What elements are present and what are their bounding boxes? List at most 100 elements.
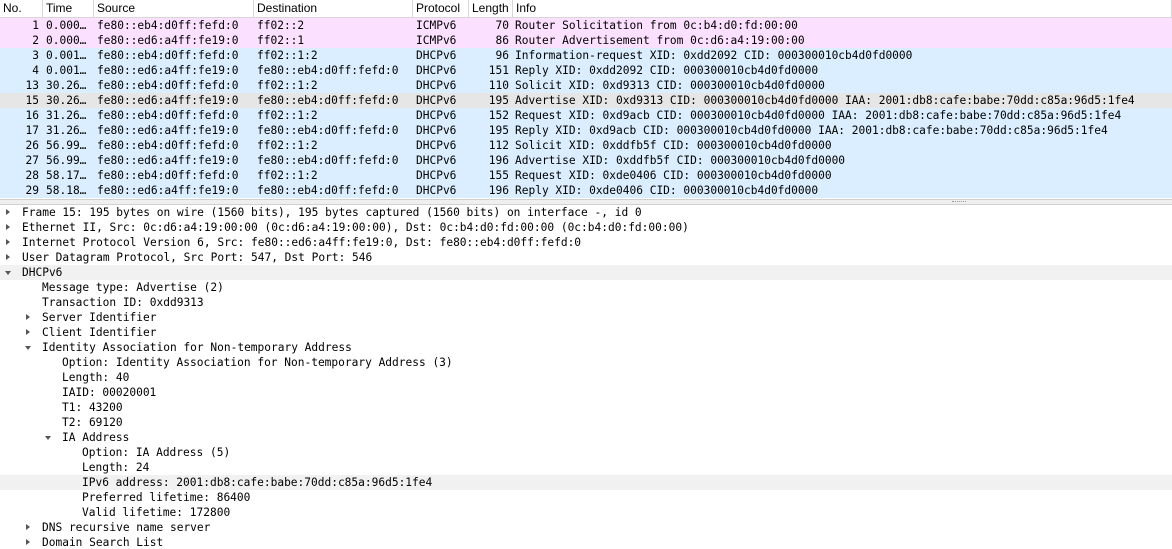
detail-tree-item-label: Length: 40 <box>62 371 130 384</box>
packet-length: 86 <box>495 34 509 47</box>
detail-tree-item[interactable]: Option: IA Address (5) <box>0 445 1172 460</box>
packet-row[interactable]: 29 58.18… fe80::ed6:a4ff:fe19:0 fe80::eb4:d… <box>0 183 1172 198</box>
packet-protocol: DHCPv6 <box>416 94 457 107</box>
detail-tree-item[interactable]: Message type: Advertise (2) <box>0 280 1172 295</box>
expand-down-arrow-icon[interactable] <box>43 430 53 445</box>
packet-source: fe80::eb4:d0ff:fefd:0 <box>97 139 239 152</box>
packet-no: 15 <box>25 94 39 107</box>
packet-no: 28 <box>25 169 39 182</box>
expand-down-arrow-icon[interactable] <box>3 265 13 280</box>
detail-tree-item[interactable]: Identity Association for Non-temporary A… <box>0 340 1172 355</box>
packet-destination: ff02::1:2 <box>257 79 318 92</box>
packet-source: fe80::eb4:d0ff:fefd:0 <box>97 19 239 32</box>
detail-tree-item-label: Transaction ID: 0xdd9313 <box>42 296 204 309</box>
packet-no: 1 <box>32 19 39 32</box>
packet-info: Request XID: 0xd9acb CID: 000300010cb4d0… <box>515 109 1122 122</box>
expand-right-arrow-icon[interactable] <box>23 520 33 535</box>
packet-protocol: DHCPv6 <box>416 64 457 77</box>
packet-row[interactable]: 16 31.26… fe80::eb4:d0ff:fefd:0 ff02::1:2 DH… <box>0 108 1172 123</box>
column-header-source[interactable]: Source <box>94 0 254 17</box>
column-header-info[interactable]: Info <box>513 0 1172 17</box>
detail-tree-item[interactable]: DHCPv6 <box>0 265 1172 280</box>
packet-destination: fe80::eb4:d0ff:fefd:0 <box>257 184 399 197</box>
expand-right-arrow-icon[interactable] <box>3 235 13 250</box>
detail-tree-item[interactable]: DNS recursive name server <box>0 520 1172 535</box>
packet-destination: ff02::1:2 <box>257 169 318 182</box>
packet-list[interactable]: No. Time Source Destination Protocol Len… <box>0 0 1172 200</box>
packet-info: Information-request XID: 0xdd2092 CID: 0… <box>515 49 913 62</box>
detail-tree-item[interactable]: Preferred lifetime: 86400 <box>0 490 1172 505</box>
detail-tree-item[interactable]: Internet Protocol Version 6, Src: fe80::… <box>0 235 1172 250</box>
packet-info: Request XID: 0xde0406 CID: 000300010cb4d… <box>515 169 832 182</box>
detail-tree-item[interactable]: Length: 40 <box>0 370 1172 385</box>
detail-tree-item[interactable]: IPv6 address: 2001:db8:cafe:babe:70dd:c8… <box>0 475 1172 490</box>
packet-row[interactable]: 2 0.000… fe80::ed6:a4ff:fe19:0 ff02::1 ICMPv… <box>0 33 1172 48</box>
packet-row[interactable]: 15 30.26… fe80::ed6:a4ff:fe19:0 fe80::eb4:d… <box>0 93 1172 108</box>
detail-tree-item-label: Frame 15: 195 bytes on wire (1560 bits),… <box>22 206 642 219</box>
detail-tree-item[interactable]: T1: 43200 <box>0 400 1172 415</box>
detail-tree-item[interactable]: Valid lifetime: 172800 <box>0 505 1172 520</box>
expand-right-arrow-icon[interactable] <box>23 325 33 340</box>
packet-time: 56.99… <box>46 154 87 167</box>
column-header-no[interactable]: No. <box>0 0 43 17</box>
packet-list-body: 1 0.000… fe80::eb4:d0ff:fefd:0 ff02::2 ICMPv… <box>0 18 1172 198</box>
detail-tree-item-label: IPv6 address: 2001:db8:cafe:babe:70dd:c8… <box>82 476 433 489</box>
detail-tree-item[interactable]: Transaction ID: 0xdd9313 <box>0 295 1172 310</box>
detail-tree-item[interactable]: Client Identifier <box>0 325 1172 340</box>
packet-row[interactable]: 3 0.001… fe80::eb4:d0ff:fefd:0 ff02::1:2 DHC… <box>0 48 1172 63</box>
expand-right-arrow-icon[interactable] <box>3 220 13 235</box>
expand-right-arrow-icon[interactable] <box>23 310 33 325</box>
column-header-destination[interactable]: Destination <box>254 0 413 17</box>
detail-tree-item-label: IAID: 00020001 <box>62 386 157 399</box>
detail-tree-item[interactable]: IA Address <box>0 430 1172 445</box>
packet-row[interactable]: 13 30.26… fe80::eb4:d0ff:fefd:0 ff02::1:2 DH… <box>0 78 1172 93</box>
packet-length: 196 <box>488 184 509 197</box>
packet-info: Reply XID: 0xde0406 CID: 000300010cb4d0f… <box>515 184 819 197</box>
detail-tree-item[interactable]: IAID: 00020001 <box>0 385 1172 400</box>
packet-protocol: DHCPv6 <box>416 169 457 182</box>
packet-protocol: DHCPv6 <box>416 79 457 92</box>
packet-row[interactable]: 27 56.99… fe80::ed6:a4ff:fe19:0 fe80::eb4:d… <box>0 153 1172 168</box>
column-header-time[interactable]: Time <box>43 0 94 17</box>
packet-source: fe80::ed6:a4ff:fe19:0 <box>97 34 239 47</box>
detail-tree-item[interactable]: Option: Identity Association for Non-tem… <box>0 355 1172 370</box>
detail-tree-item[interactable]: Domain Search List <box>0 535 1172 549</box>
packet-length: 195 <box>488 94 509 107</box>
packet-row[interactable]: 4 0.001… fe80::ed6:a4ff:fe19:0 fe80::eb4:d0… <box>0 63 1172 78</box>
packet-row[interactable]: 1 0.000… fe80::eb4:d0ff:fefd:0 ff02::2 ICMPv… <box>0 18 1172 33</box>
packet-info: Reply XID: 0xd9acb CID: 000300010cb4d0fd… <box>515 124 1108 137</box>
detail-tree-item[interactable]: T2: 69120 <box>0 415 1172 430</box>
detail-tree-item[interactable]: Server Identifier <box>0 310 1172 325</box>
expand-down-arrow-icon[interactable] <box>23 340 33 355</box>
expand-right-arrow-icon[interactable] <box>3 205 13 220</box>
detail-tree-item-label: Message type: Advertise (2) <box>42 281 224 294</box>
packet-time: 0.001… <box>46 64 87 77</box>
packet-source: fe80::ed6:a4ff:fe19:0 <box>97 64 239 77</box>
packet-info: Advertise XID: 0xddfb5f CID: 000300010cb… <box>515 154 846 167</box>
packet-destination: fe80::eb4:d0ff:fefd:0 <box>257 124 399 137</box>
packet-source: fe80::eb4:d0ff:fefd:0 <box>97 49 239 62</box>
expand-right-arrow-icon[interactable] <box>3 250 13 265</box>
detail-tree-item-label: T1: 43200 <box>62 401 123 414</box>
packet-length: 112 <box>488 139 509 152</box>
detail-tree-item[interactable]: Ethernet II, Src: 0c:d6:a4:19:00:00 (0c:… <box>0 220 1172 235</box>
packet-time: 0.000… <box>46 34 87 47</box>
detail-tree-item-label: Server Identifier <box>42 311 157 324</box>
packet-destination: fe80::eb4:d0ff:fefd:0 <box>257 154 399 167</box>
packet-row[interactable]: 26 56.99… fe80::eb4:d0ff:fefd:0 ff02::1:2 DH… <box>0 138 1172 153</box>
detail-tree-item[interactable]: User Datagram Protocol, Src Port: 547, D… <box>0 250 1172 265</box>
detail-tree-item[interactable]: Length: 24 <box>0 460 1172 475</box>
packet-length: 70 <box>495 19 509 32</box>
expand-right-arrow-icon[interactable] <box>23 535 33 549</box>
packet-row[interactable]: 28 58.17… fe80::eb4:d0ff:fefd:0 ff02::1:2 DH… <box>0 168 1172 183</box>
detail-tree-item-label: Length: 24 <box>82 461 150 474</box>
packet-row[interactable]: 17 31.26… fe80::ed6:a4ff:fe19:0 fe80::eb4:d… <box>0 123 1172 138</box>
detail-tree-item[interactable]: Frame 15: 195 bytes on wire (1560 bits),… <box>0 205 1172 220</box>
detail-tree-item-label: DHCPv6 <box>22 266 63 279</box>
detail-tree-item-label: Option: Identity Association for Non-tem… <box>62 356 453 369</box>
packet-protocol: DHCPv6 <box>416 154 457 167</box>
column-header-length[interactable]: Length <box>469 0 513 17</box>
packet-info: Router Advertisement from 0c:d6:a4:19:00… <box>515 34 805 47</box>
column-header-protocol[interactable]: Protocol <box>413 0 469 17</box>
packet-details-tree[interactable]: Frame 15: 195 bytes on wire (1560 bits),… <box>0 205 1172 549</box>
